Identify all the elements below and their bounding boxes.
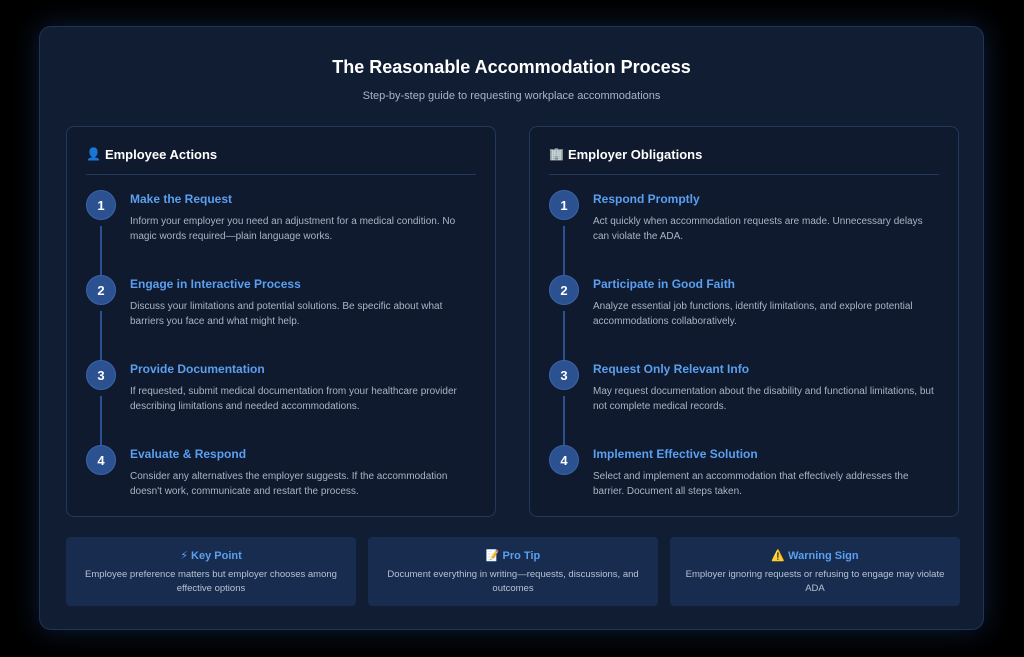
step-title: Evaluate & Respond: [130, 447, 247, 461]
lightning-icon: ⚡: [180, 550, 188, 562]
note-title: ⚡ Key Point: [66, 549, 356, 562]
step-number-badge: 4: [549, 445, 579, 475]
employee-step: 3 Provide Documentation If requested, su…: [86, 360, 476, 445]
step-description: Consider any alternatives the employer s…: [130, 471, 448, 497]
employer-obligations-panel: 🏢 Employer Obligations 1 Respond Promptl…: [529, 126, 959, 517]
employer-panel-header: 🏢 Employer Obligations: [549, 147, 939, 175]
step-connector: [100, 311, 102, 360]
key-point-note: ⚡ Key Point Employee preference matters …: [66, 537, 356, 606]
page-title: The Reasonable Accommodation Process: [332, 57, 691, 77]
step-description: Discuss your limitations and potential s…: [130, 301, 443, 327]
step-description: Inform your employer you need an adjustm…: [130, 216, 456, 242]
employer-step: 2 Participate in Good Faith Analyze esse…: [549, 275, 939, 360]
step-number-badge: 4: [86, 445, 116, 475]
step-title: Engage in Interactive Process: [130, 277, 301, 291]
note-title-text: Key Point: [191, 550, 242, 562]
note-title: ⚠️ Warning Sign: [670, 549, 960, 562]
step-number-badge: 1: [86, 190, 116, 220]
step-connector: [100, 396, 102, 445]
employee-step: 2 Engage in Interactive Process Discuss …: [86, 275, 476, 360]
note-title-text: Pro Tip: [502, 550, 541, 562]
employer-panel-heading: Employer Obligations: [567, 147, 703, 162]
note-title-text: Warning Sign: [788, 550, 859, 562]
employee-steps: 1 Make the Request Inform your employer …: [86, 190, 476, 530]
step-description: May request documentation about the disa…: [593, 386, 934, 412]
step-title: Request Only Relevant Info: [593, 362, 750, 376]
step-number-badge: 2: [549, 275, 579, 305]
step-title: Make the Request: [130, 192, 233, 206]
page-subtitle: Step-by-step guide to requesting workpla…: [362, 90, 661, 102]
step-description: Select and implement an accommodation th…: [593, 471, 909, 497]
step-connector: [563, 311, 565, 360]
note-title: 📝 Pro Tip: [368, 549, 658, 562]
note-description: Employee preference matters but employer…: [85, 569, 337, 594]
employer-step: 3 Request Only Relevant Info May request…: [549, 360, 939, 445]
step-description: If requested, submit medical documentati…: [130, 386, 457, 412]
warning-icon: ⚠️: [771, 550, 786, 562]
employer-steps: 1 Respond Promptly Act quickly when acco…: [549, 190, 939, 530]
employee-panel-heading: Employee Actions: [104, 147, 218, 162]
process-card: The Reasonable Accommodation Process Ste…: [39, 26, 984, 630]
step-title: Provide Documentation: [130, 362, 265, 376]
step-connector: [563, 226, 565, 275]
person-icon: 👤: [86, 147, 101, 161]
step-number-badge: 1: [549, 190, 579, 220]
employer-step: 1 Respond Promptly Act quickly when acco…: [549, 190, 939, 275]
employee-step: 1 Make the Request Inform your employer …: [86, 190, 476, 275]
employer-step: 4 Implement Effective Solution Select an…: [549, 445, 939, 530]
warning-sign-note: ⚠️ Warning Sign Employer ignoring reques…: [670, 537, 960, 606]
employee-actions-panel: 👤 Employee Actions 1 Make the Request In…: [66, 126, 496, 517]
step-description: Analyze essential job functions, identif…: [593, 301, 913, 327]
employee-step: 4 Evaluate & Respond Consider any altern…: [86, 445, 476, 530]
step-title: Implement Effective Solution: [593, 447, 758, 461]
step-number-badge: 3: [86, 360, 116, 390]
note-description: Document everything in writing—requests,…: [387, 569, 639, 594]
office-building-icon: 🏢: [549, 147, 564, 161]
step-connector: [100, 226, 102, 275]
employee-panel-header: 👤 Employee Actions: [86, 147, 476, 175]
step-number-badge: 3: [549, 360, 579, 390]
pro-tip-note: 📝 Pro Tip Document everything in writing…: [368, 537, 658, 606]
step-number-badge: 2: [86, 275, 116, 305]
memo-icon: 📝: [485, 550, 500, 562]
step-connector: [563, 396, 565, 445]
step-description: Act quickly when accommodation requests …: [593, 216, 923, 242]
step-title: Respond Promptly: [593, 192, 700, 206]
step-title: Participate in Good Faith: [593, 277, 736, 291]
note-description: Employer ignoring requests or refusing t…: [685, 569, 945, 594]
